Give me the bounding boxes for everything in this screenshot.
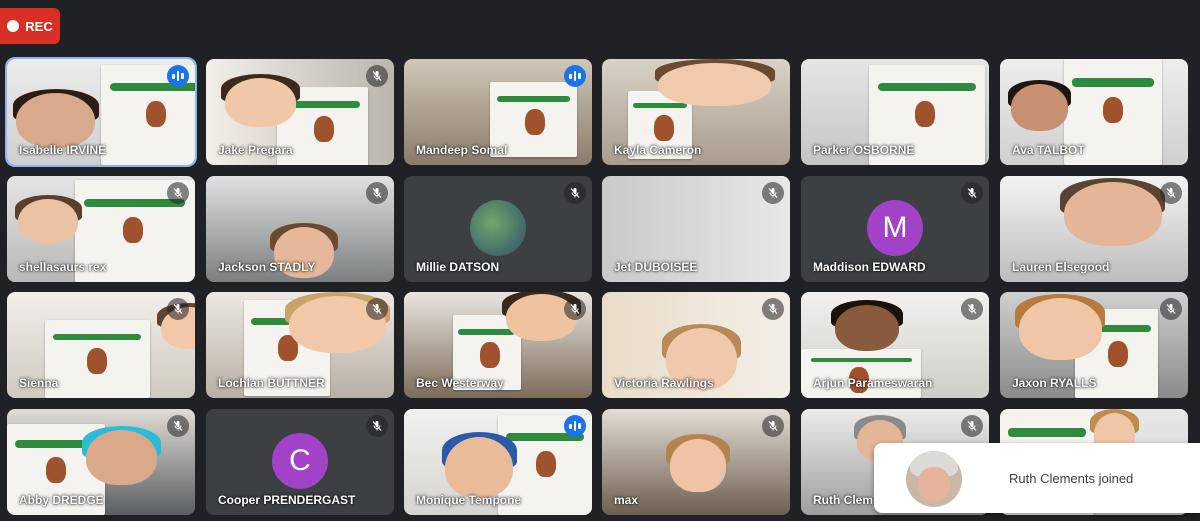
- participant-name: Arjun Parameswaran: [813, 376, 933, 390]
- participant-tile[interactable]: Kayla Cameron: [602, 59, 790, 165]
- audio-level-icon: [564, 65, 586, 87]
- participant-name: Jackson STADLY: [218, 260, 316, 274]
- participant-name: Maddison EDWARD: [813, 260, 926, 274]
- participant-tile[interactable]: Ava TALBOT: [1000, 59, 1188, 165]
- initial-avatar: C: [272, 433, 328, 489]
- participant-face: [1011, 84, 1068, 132]
- participant-tile[interactable]: Mandeep Somal: [404, 59, 592, 165]
- participant-name: Isabelle IRVINE: [19, 143, 107, 157]
- notification-text: Ruth Clements joined: [1009, 471, 1134, 486]
- participant-name: Mandeep Somal: [416, 143, 508, 157]
- mic-off-icon[interactable]: [167, 182, 189, 204]
- mic-off-icon[interactable]: [366, 415, 388, 437]
- participant-tile[interactable]: Sienna: [7, 292, 195, 398]
- mic-off-icon[interactable]: [366, 65, 388, 87]
- participant-face: [658, 63, 772, 106]
- participant-name: Monique Tempone: [416, 493, 522, 507]
- participant-face: [224, 78, 297, 127]
- participant-name: Parker OSBORNE: [813, 143, 915, 157]
- participant-name: Sienna: [19, 376, 59, 390]
- participant-name: max: [614, 493, 639, 507]
- mic-off-icon[interactable]: [1160, 298, 1182, 320]
- participant-name: Jet DUBOISEE: [614, 260, 698, 274]
- participant-face: [669, 438, 727, 492]
- participant-tile[interactable]: Jaxon RYALLS: [1000, 292, 1188, 398]
- mic-off-icon[interactable]: [167, 415, 189, 437]
- participant-face: [18, 199, 79, 244]
- participant-name: Abby DREDGE: [19, 493, 104, 507]
- mic-off-icon[interactable]: [366, 182, 388, 204]
- audio-level-icon: [564, 415, 586, 437]
- participant-tile[interactable]: Victoria Rawlings: [602, 292, 790, 398]
- participant-tile[interactable]: C Cooper PRENDERGAST: [206, 409, 394, 515]
- participant-face: [85, 430, 158, 486]
- participant-tile[interactable]: M Maddison EDWARD: [801, 176, 989, 282]
- join-notification: Ruth Clements joined: [874, 443, 1200, 513]
- participant-tile[interactable]: Abby DREDGE: [7, 409, 195, 515]
- participant-tile[interactable]: Isabelle IRVINE: [7, 59, 195, 165]
- participant-tile[interactable]: Millie DATSON: [404, 176, 592, 282]
- participant-tile[interactable]: Arjun Parameswaran: [801, 292, 989, 398]
- participant-face: [16, 92, 96, 149]
- participant-name: shellasaurs rex: [19, 260, 107, 274]
- participant-tile[interactable]: Lochlan BUTTNER: [206, 292, 394, 398]
- participant-name: Millie DATSON: [416, 260, 500, 274]
- participant-tile[interactable]: shellasaurs rex: [7, 176, 195, 282]
- participant-tile[interactable]: Jackson STADLY: [206, 176, 394, 282]
- participant-tile[interactable]: Jet DUBOISEE: [602, 176, 790, 282]
- initial-avatar: M: [867, 200, 923, 256]
- participant-name: Victoria Rawlings: [614, 376, 714, 390]
- participant-face: [1063, 182, 1162, 246]
- participant-tile[interactable]: Bec Westerway: [404, 292, 592, 398]
- participant-avatar: [906, 451, 962, 507]
- participant-name: Kayla Cameron: [614, 143, 702, 157]
- participant-name: Lochlan BUTTNER: [218, 376, 325, 390]
- mic-off-icon[interactable]: [762, 298, 784, 320]
- participant-face: [834, 304, 899, 352]
- participant-tile[interactable]: Monique Tempone: [404, 409, 592, 515]
- mic-off-icon[interactable]: [167, 298, 189, 320]
- mic-off-icon[interactable]: [762, 415, 784, 437]
- profile-photo: [470, 200, 526, 256]
- participant-name: Ava TALBOT: [1012, 143, 1085, 157]
- mic-off-icon[interactable]: [961, 298, 983, 320]
- monkey-drawing: [44, 319, 150, 398]
- participant-tile[interactable]: Parker OSBORNE: [801, 59, 989, 165]
- participant-tile[interactable]: Jake Pregara: [206, 59, 394, 165]
- participant-name: Lauren Elsegood: [1012, 260, 1110, 274]
- participant-name: Jaxon RYALLS: [1012, 376, 1097, 390]
- participant-tile[interactable]: max: [602, 409, 790, 515]
- participant-tile[interactable]: Lauren Elsegood: [1000, 176, 1188, 282]
- participant-face: [1018, 298, 1102, 360]
- mic-off-icon[interactable]: [564, 182, 586, 204]
- audio-level-icon: [167, 65, 189, 87]
- mic-off-icon[interactable]: [961, 415, 983, 437]
- mic-off-icon[interactable]: [564, 298, 586, 320]
- participant-name: Jake Pregara: [218, 143, 293, 157]
- mic-off-icon[interactable]: [762, 182, 784, 204]
- participant-name: Cooper PRENDERGAST: [218, 493, 356, 507]
- mic-off-icon[interactable]: [1160, 182, 1182, 204]
- monkey-drawing: [801, 349, 922, 398]
- participant-face: [445, 436, 514, 499]
- mic-off-icon[interactable]: [961, 182, 983, 204]
- participant-name: Bec Westerway: [416, 376, 504, 390]
- mic-off-icon[interactable]: [366, 298, 388, 320]
- participant-name: Ruth Clem: [813, 493, 873, 507]
